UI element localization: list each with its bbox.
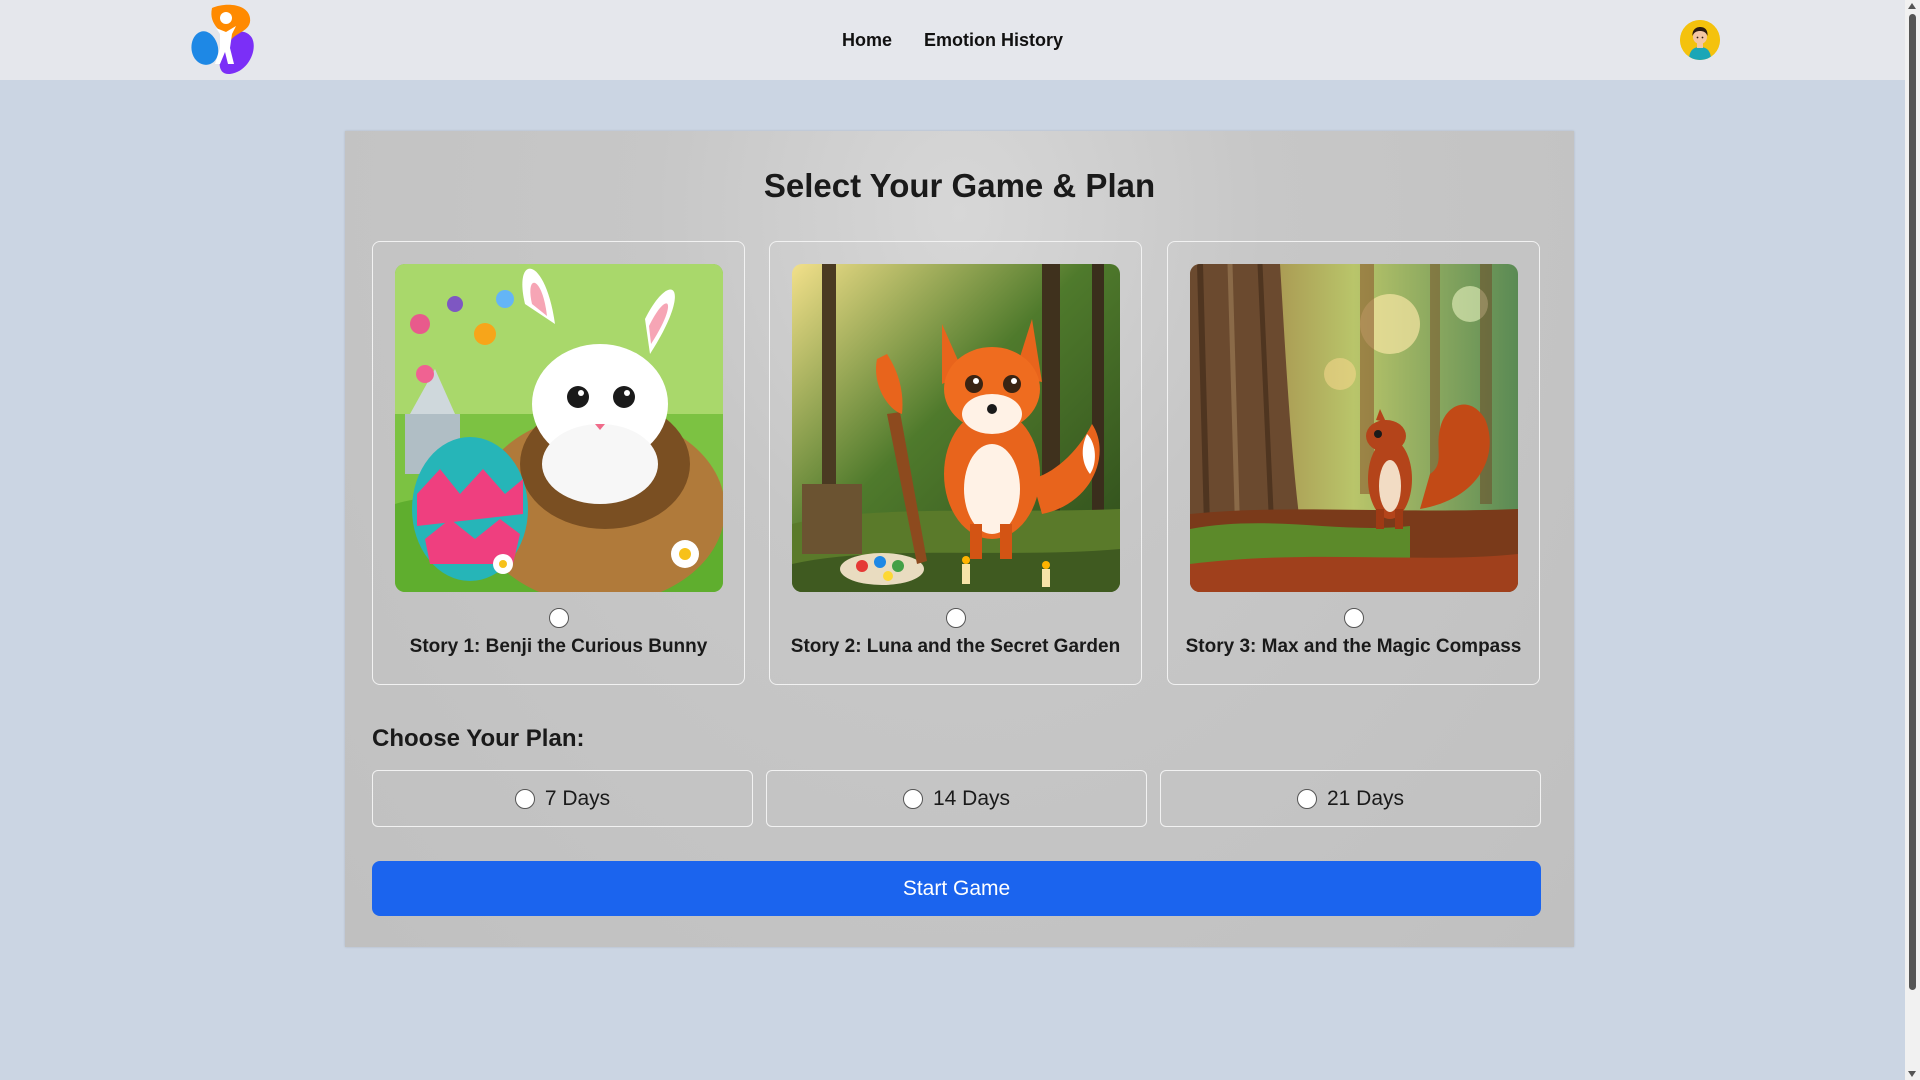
nav-home-link[interactable]: Home xyxy=(842,30,892,51)
story-card-2[interactable]: Story 2: Luna and the Secret Garden xyxy=(769,241,1142,685)
bunny-easter-egg-image xyxy=(395,264,723,592)
squirrel-forest-image xyxy=(1190,264,1518,592)
nav-links: Home Emotion History xyxy=(0,0,1905,80)
plan-option-14-days[interactable]: 14 Days xyxy=(766,770,1147,827)
user-avatar-icon[interactable] xyxy=(1680,20,1720,60)
scroll-up-arrow-icon[interactable] xyxy=(1908,3,1916,9)
story-3-radio[interactable] xyxy=(1344,608,1364,628)
plan-21-days-label: 21 Days xyxy=(1326,786,1405,810)
story-card-1[interactable]: Story 1: Benji the Curious Bunny xyxy=(372,241,745,685)
game-selection-panel: Select Your Game & Plan Story 1: Benji t… xyxy=(345,131,1574,947)
story-card-3[interactable]: Story 3: Max and the Magic Compass xyxy=(1167,241,1540,685)
story-1-radio[interactable] xyxy=(549,608,569,628)
story-3-label: Story 3: Max and the Magic Compass xyxy=(1185,636,1522,657)
nav-emotion-history-link[interactable]: Emotion History xyxy=(924,30,1063,51)
navbar: Home Emotion History xyxy=(0,0,1905,80)
story-2-radio[interactable] xyxy=(946,608,966,628)
page: Home Emotion History Select Your Game & … xyxy=(0,0,1920,1080)
plan-14-days-radio[interactable] xyxy=(902,788,923,809)
plan-heading: Choose Your Plan: xyxy=(372,725,585,752)
plan-option-7-days[interactable]: 7 Days xyxy=(372,770,753,827)
scrollbar-thumb[interactable] xyxy=(1909,14,1916,990)
plan-7-days-radio[interactable] xyxy=(514,788,535,809)
plan-14-days-label: 14 Days xyxy=(932,786,1011,810)
plan-option-21-days[interactable]: 21 Days xyxy=(1160,770,1541,827)
start-game-button[interactable]: Start Game xyxy=(372,861,1541,916)
plan-21-days-radio[interactable] xyxy=(1296,788,1317,809)
story-2-label: Story 2: Luna and the Secret Garden xyxy=(790,636,1121,657)
page-scrollbar[interactable] xyxy=(1905,0,1920,1080)
plan-7-days-label: 7 Days xyxy=(544,786,611,810)
fox-painter-forest-image xyxy=(792,264,1120,592)
scroll-down-arrow-icon[interactable] xyxy=(1908,1071,1916,1077)
story-1-label: Story 1: Benji the Curious Bunny xyxy=(409,636,708,657)
page-title: Select Your Game & Plan xyxy=(763,167,1156,204)
